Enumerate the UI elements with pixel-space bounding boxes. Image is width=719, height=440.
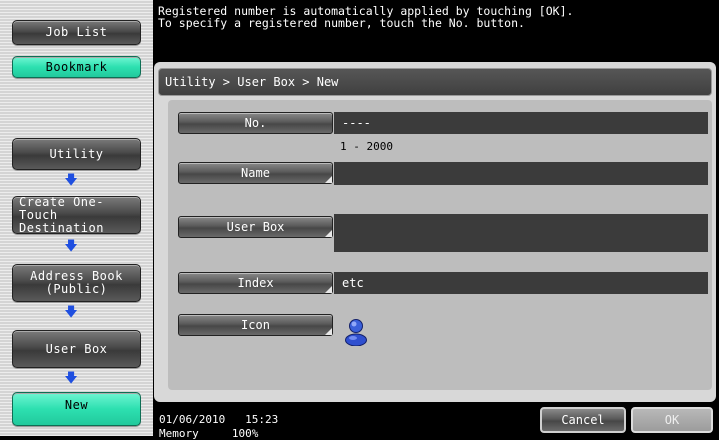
number-value: ----: [342, 116, 371, 130]
create-one-touch-line1: Create One-Touch: [19, 194, 104, 222]
corner-marker-icon: [325, 176, 332, 183]
index-field: etc: [334, 272, 708, 294]
address-book-label: Address Book (Public): [30, 270, 123, 296]
job-list-label: Job List: [45, 25, 108, 39]
memory-status: Memory 100%: [159, 428, 258, 439]
arrow-down-icon: 🡇: [64, 371, 78, 386]
index-value: etc: [342, 276, 364, 290]
cancel-label: Cancel: [561, 413, 605, 427]
corner-marker-icon: [325, 286, 332, 293]
breadcrumb-address-book-button[interactable]: Address Book (Public): [12, 264, 141, 302]
bookmark-label: Bookmark: [45, 59, 108, 74]
address-book-line2: (Public): [45, 282, 108, 296]
name-button-label: Name: [241, 166, 270, 180]
date-time: 01/06/2010 15:23: [159, 414, 278, 425]
index-button[interactable]: Index: [178, 272, 333, 294]
message-line2: To specify a registered number, touch th…: [158, 16, 525, 30]
utility-label: Utility: [49, 146, 104, 161]
number-range-hint: 1 - 2000: [340, 140, 393, 153]
form-area: No. ---- 1 - 2000 Name User Box Index et…: [168, 100, 712, 390]
status-bar: 01/06/2010 15:23 Memory 100% Cancel OK: [154, 404, 719, 439]
index-button-label: Index: [237, 276, 274, 290]
breadcrumb-text: Utility > User Box > New: [165, 75, 339, 89]
user-box-nav-label: User Box: [45, 341, 108, 356]
create-one-touch-label: Create One-Touch Destination: [19, 194, 140, 235]
name-button[interactable]: Name: [178, 162, 333, 184]
user-person-icon: [344, 316, 368, 347]
icon-button-label: Icon: [241, 318, 270, 332]
create-one-touch-line2: Destination: [19, 220, 104, 235]
user-box-field[interactable]: [334, 214, 708, 252]
user-box-name-button[interactable]: User Box: [178, 216, 333, 238]
ok-button[interactable]: OK: [631, 407, 713, 433]
breadcrumb: Utility > User Box > New: [158, 68, 712, 96]
memory-label: Memory: [159, 427, 199, 440]
date-text: 01/06/2010: [159, 413, 226, 426]
job-list-button[interactable]: Job List: [12, 20, 141, 45]
left-navigation-panel: Job List Bookmark Utility 🡇 Create One-T…: [0, 0, 153, 436]
number-button[interactable]: No.: [178, 112, 333, 134]
corner-marker-icon: [325, 230, 332, 237]
arrow-down-icon: 🡇: [64, 305, 78, 320]
arrow-down-icon: 🡇: [64, 173, 78, 188]
number-button-label: No.: [244, 116, 267, 130]
user-box-button-label: User Box: [226, 220, 285, 234]
main-panel: Utility > User Box > New No. ---- 1 - 20…: [154, 62, 716, 402]
memory-value: 100%: [231, 427, 259, 440]
time-text: 15:23: [245, 413, 279, 426]
breadcrumb-utility-button[interactable]: Utility: [12, 138, 141, 170]
breadcrumb-user-box-button[interactable]: User Box: [12, 330, 141, 368]
name-field[interactable]: [334, 162, 708, 185]
icon-button[interactable]: Icon: [178, 314, 333, 336]
corner-marker-icon: [325, 328, 332, 335]
instruction-message: Registered number is automatically appli…: [158, 5, 713, 29]
breadcrumb-create-one-touch-button[interactable]: Create One-Touch Destination: [12, 194, 141, 235]
number-field: ----: [334, 112, 708, 134]
bookmark-button[interactable]: Bookmark: [12, 56, 141, 78]
arrow-down-icon: 🡇: [64, 239, 78, 254]
new-label: New: [64, 398, 89, 412]
cancel-button[interactable]: Cancel: [540, 407, 626, 433]
address-book-line1: Address Book: [30, 269, 123, 283]
breadcrumb-new-button[interactable]: New: [12, 392, 141, 426]
ok-label: OK: [664, 413, 680, 427]
